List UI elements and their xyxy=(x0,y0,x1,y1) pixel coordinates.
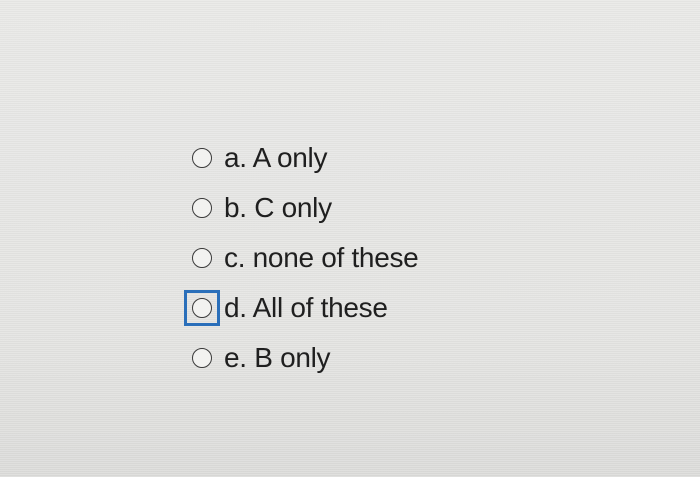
option-a[interactable]: a. A only xyxy=(184,133,418,183)
option-e-radio-wrapper xyxy=(184,340,220,376)
option-c-label[interactable]: c. none of these xyxy=(224,244,419,272)
option-b-radio-button[interactable] xyxy=(192,198,212,218)
option-b-radio-wrapper xyxy=(184,190,220,226)
option-e-radio-button[interactable] xyxy=(192,348,212,368)
answer-options-list: a. A only b. C only c. none of these d. … xyxy=(184,133,419,383)
option-c-radio-wrapper xyxy=(184,240,220,276)
option-c-radio-button[interactable] xyxy=(192,248,212,268)
quiz-screen: a. A only b. C only c. none of these d. … xyxy=(0,0,700,477)
option-a-label[interactable]: a. A only xyxy=(224,144,327,172)
option-d-radio-wrapper xyxy=(184,290,220,326)
option-e-label[interactable]: e. B only xyxy=(224,344,331,372)
option-b[interactable]: b. C only xyxy=(184,183,418,233)
option-d-label[interactable]: d. All of these xyxy=(224,294,388,322)
option-a-radio-button[interactable] xyxy=(192,148,212,168)
option-a-radio-wrapper xyxy=(184,140,220,176)
option-c[interactable]: c. none of these xyxy=(184,233,419,283)
option-b-label[interactable]: b. C only xyxy=(224,194,332,222)
option-e[interactable]: e. B only xyxy=(184,333,418,383)
option-d[interactable]: d. All of these xyxy=(184,283,418,333)
option-d-radio-button[interactable] xyxy=(192,298,212,318)
